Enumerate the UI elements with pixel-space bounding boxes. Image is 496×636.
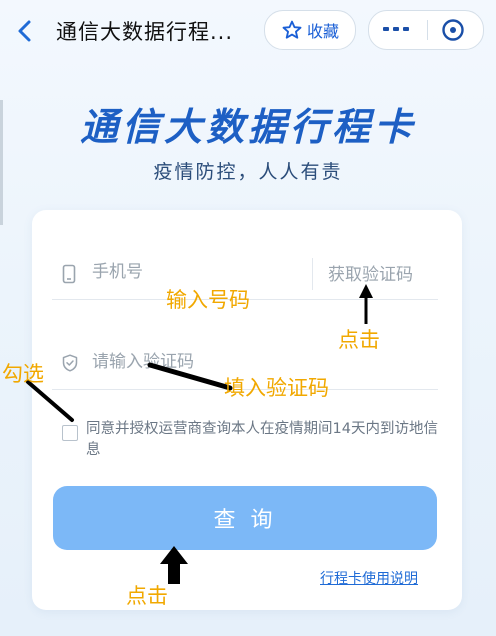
annotation-tap-get-code: 点击 bbox=[338, 328, 380, 352]
pointer-line-to-code-input bbox=[147, 362, 233, 391]
arrow-up-to-query-button bbox=[160, 546, 188, 584]
annotation-overlay bbox=[26, 284, 373, 584]
annotation-tap-query: 点击 bbox=[126, 584, 168, 608]
arrow-up-to-get-code bbox=[359, 284, 373, 324]
annotation-check-box: 勾选 bbox=[2, 362, 44, 386]
annotation-enter-number: 输入号码 bbox=[166, 288, 250, 312]
annotation-enter-code: 填入验证码 bbox=[224, 376, 329, 400]
